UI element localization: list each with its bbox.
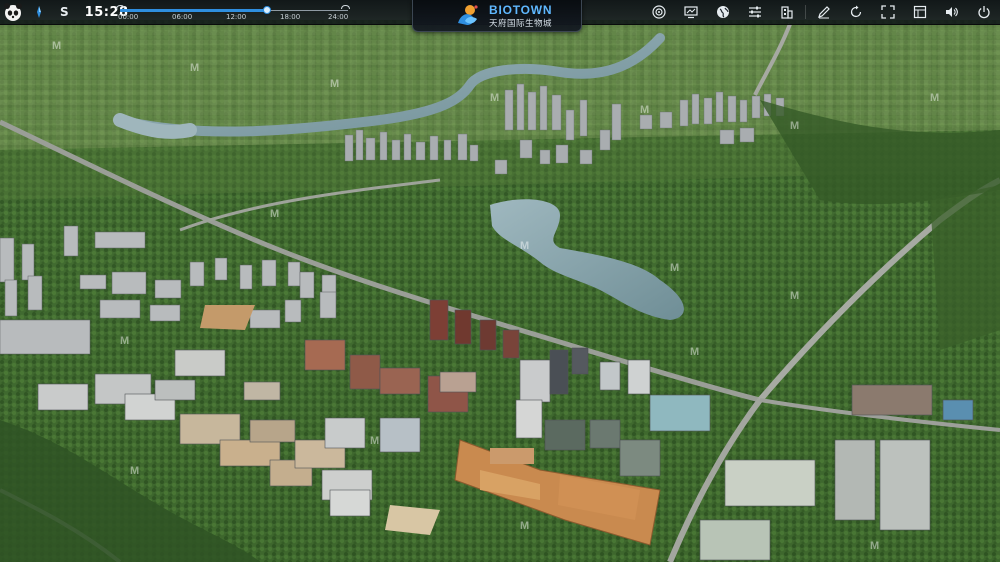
globe-button[interactable] (707, 0, 739, 24)
toolbar-divider (805, 5, 806, 19)
sound-button[interactable] (936, 0, 968, 24)
rotate-icon (850, 5, 862, 18)
building-icon (781, 6, 793, 19)
time-tick-label: 12:00 (226, 13, 247, 21)
time-slider-fill (120, 9, 268, 12)
time-tick-label: 24:00 (328, 13, 349, 21)
aerial-city-scene (0, 0, 1000, 562)
sound-icon (946, 7, 958, 17)
target-button[interactable] (643, 0, 675, 24)
brand-badge: BIOTOWN 天府国际生物城 (412, 0, 582, 32)
panel-icon (913, 5, 927, 19)
target-icon (652, 5, 666, 19)
sliders-button[interactable] (739, 0, 771, 24)
time-slider[interactable]: 00:00 06:00 12:00 18:00 24:00 (116, 2, 352, 22)
fullscreen-icon (881, 5, 895, 19)
panda-logo-icon[interactable] (2, 1, 24, 23)
compass-needle-icon[interactable] (32, 5, 46, 19)
power-button[interactable] (968, 0, 1000, 24)
globe-icon (717, 6, 729, 18)
monitor-chart-icon (684, 6, 698, 19)
time-tick-label: 06:00 (172, 13, 193, 21)
monitor-chart-button[interactable] (675, 0, 707, 24)
sunset-icon (341, 5, 350, 9)
compass-direction: S (60, 5, 69, 19)
pen-icon (818, 6, 830, 19)
time-tick-label: 18:00 (280, 13, 301, 21)
biotown-logo-icon (458, 5, 478, 25)
time-slider-handle[interactable] (263, 6, 272, 14)
brand-name: BIOTOWN (489, 3, 553, 17)
draw-button[interactable] (808, 0, 840, 24)
rotate-button[interactable] (840, 0, 872, 24)
sliders-icon (749, 6, 761, 18)
time-tick-label: 00:00 (118, 13, 139, 21)
top-toolbar: S 15:28 00:00 06:00 12:00 18:00 24:00 BI… (0, 0, 1000, 32)
panel-button[interactable] (904, 0, 936, 24)
fullscreen-button[interactable] (872, 0, 904, 24)
status-group: S 15:28 (0, 0, 129, 24)
building-button[interactable] (771, 0, 803, 24)
brand-subtitle: 天府国际生物城 (489, 19, 553, 29)
city-3d-viewport[interactable] (0, 0, 1000, 562)
power-icon (978, 6, 990, 19)
tool-icon-group (643, 0, 1000, 24)
